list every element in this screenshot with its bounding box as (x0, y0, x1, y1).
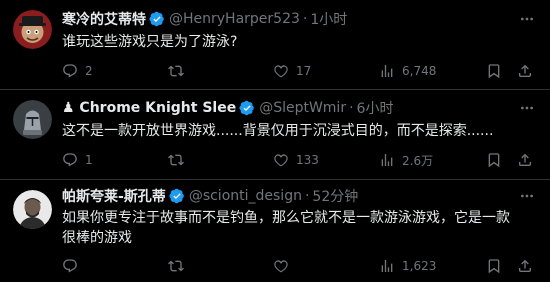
tweet-text: 如果你更专注于故事而不是钓鱼，那么它就不是一款游泳游戏，它是一款很棒的游戏 (62, 210, 510, 246)
verified-badge-icon (149, 11, 164, 27)
retweet-button[interactable] (168, 151, 191, 169)
more-icon[interactable] (518, 187, 536, 205)
tweet-header: ♟ Chrome Knight Slee @SleptWmir · 6小时 (62, 98, 393, 118)
timestamp[interactable]: 1小时 (310, 9, 347, 29)
user-handle[interactable]: @HenryHarper523 (169, 11, 300, 27)
bookmark-button[interactable] (485, 151, 503, 169)
action-bar: 1 133 2.6万 (62, 151, 537, 169)
retweet-icon (168, 154, 184, 166)
user-handle[interactable]: @scionti_design (189, 188, 302, 204)
like-button[interactable] (273, 257, 296, 275)
action-bar: 2 17 6,748 (62, 62, 537, 80)
tweet-text: 这不是一款开放世界游戏......背景仅用于沉浸式目的，而不是探索...... (62, 123, 494, 139)
retweet-button[interactable] (168, 257, 191, 275)
retweet-icon (168, 260, 184, 272)
bookmark-icon (488, 153, 500, 168)
action-bar: 1,623 (62, 257, 537, 275)
bookmark-button[interactable] (485, 62, 503, 80)
tweet-2[interactable]: ♟ Chrome Knight Slee @SleptWmir · 6小时 这不… (0, 90, 550, 180)
views-count: 2.6万 (402, 153, 434, 168)
views-count: 1,623 (402, 259, 437, 273)
reply-button[interactable]: 2 (62, 62, 93, 80)
views-button[interactable]: 1,623 (379, 257, 436, 275)
reply-count: 1 (85, 153, 93, 167)
reply-feed: 寒冷的艾蒂特 @HenryHarper523 · 1小时 谁玩这些游戏只是为了游… (0, 0, 550, 282)
reply-icon (63, 259, 77, 273)
bookmark-icon (488, 64, 500, 79)
share-button[interactable] (516, 257, 534, 275)
timestamp[interactable]: 52分钟 (312, 186, 358, 206)
views-icon (381, 260, 393, 272)
reply-button[interactable] (62, 257, 85, 275)
bookmark-icon (488, 259, 500, 274)
views-icon (381, 65, 393, 77)
tweet-1[interactable]: 寒冷的艾蒂特 @HenryHarper523 · 1小时 谁玩这些游戏只是为了游… (0, 0, 550, 90)
verified-badge-icon (169, 188, 184, 204)
reply-button[interactable]: 1 (62, 151, 93, 169)
avatar[interactable] (13, 100, 52, 139)
like-icon (274, 260, 288, 273)
views-button[interactable]: 6,748 (379, 62, 436, 80)
like-button[interactable]: 133 (273, 151, 319, 169)
retweet-icon (168, 65, 184, 77)
display-name[interactable]: 帕斯夸莱-斯孔蒂 (62, 186, 166, 206)
separator-dot: · (349, 100, 354, 116)
display-name[interactable]: ♟ Chrome Knight Slee (62, 100, 236, 116)
avatar[interactable] (13, 10, 52, 49)
verified-badge-icon (239, 100, 255, 116)
tweet-text: 谁玩这些游戏只是为了游泳? (62, 34, 238, 50)
share-icon (519, 64, 531, 77)
views-button[interactable]: 2.6万 (379, 151, 433, 169)
more-icon[interactable] (518, 99, 536, 117)
reply-icon (63, 153, 77, 167)
tweet-header: 帕斯夸莱-斯孔蒂 @scionti_design · 52分钟 (62, 186, 358, 206)
reply-count: 2 (85, 64, 93, 78)
more-icon[interactable] (518, 10, 536, 28)
like-count: 133 (296, 153, 319, 167)
share-icon (519, 153, 531, 166)
share-button[interactable] (516, 151, 534, 169)
views-count: 6,748 (402, 64, 437, 78)
separator-dot: · (304, 188, 310, 204)
tweet-header: 寒冷的艾蒂特 @HenryHarper523 · 1小时 (62, 9, 347, 29)
user-handle[interactable]: @SleptWmir (259, 100, 346, 116)
tweet-3[interactable]: 帕斯夸莱-斯孔蒂 @scionti_design · 52分钟 如果你更专注于故… (0, 180, 550, 282)
separator-dot: · (302, 11, 308, 27)
share-icon (519, 259, 531, 272)
like-icon (274, 154, 288, 167)
avatar[interactable] (13, 190, 52, 229)
retweet-button[interactable] (168, 62, 191, 80)
views-icon (381, 154, 393, 166)
bookmark-button[interactable] (485, 257, 503, 275)
reply-icon (63, 64, 77, 78)
timestamp[interactable]: 6小时 (357, 98, 394, 118)
share-button[interactable] (516, 62, 534, 80)
like-button[interactable]: 17 (273, 62, 311, 80)
like-icon (274, 65, 288, 78)
display-name[interactable]: 寒冷的艾蒂特 (62, 9, 146, 29)
like-count: 17 (296, 64, 312, 78)
